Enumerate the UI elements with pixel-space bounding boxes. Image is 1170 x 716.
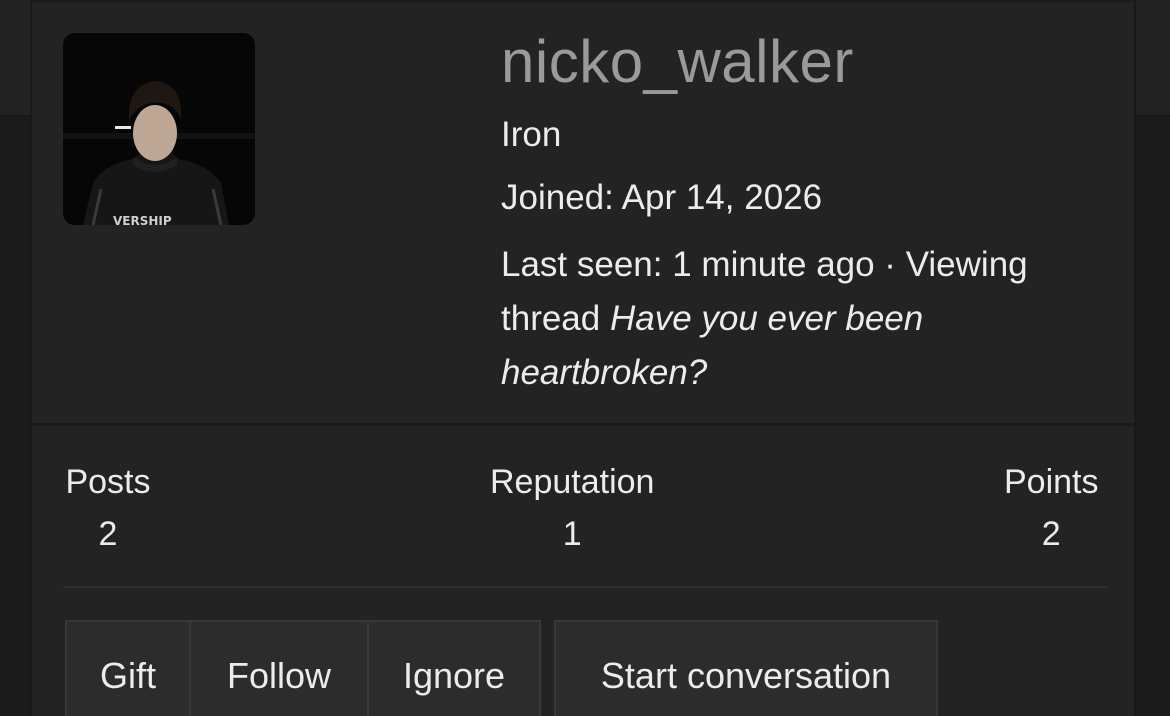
follow-button[interactable]: Follow <box>189 620 367 716</box>
avatar[interactable]: VERSHIP <box>63 33 255 225</box>
avatar-shirt-text: VERSHIP <box>113 214 172 225</box>
member-card: VERSHIP nicko_walker Iron Joined: Apr 14… <box>30 0 1136 716</box>
posts-label: Posts <box>65 463 151 501</box>
posts-value: 2 <box>98 515 118 553</box>
gift-button[interactable]: Gift <box>65 620 189 716</box>
stat-posts[interactable]: Posts 2 <box>63 460 153 556</box>
username[interactable]: nicko_walker <box>501 26 854 98</box>
last-seen: Last seen: 1 minute ago · Viewing thread… <box>501 238 1111 400</box>
stats-divider <box>63 586 1107 588</box>
ignore-button[interactable]: Ignore <box>367 620 541 716</box>
stat-reputation[interactable]: Reputation 1 <box>490 460 654 556</box>
joined-date: Joined: Apr 14, 2026 <box>501 178 823 217</box>
reputation-value: 1 <box>562 515 582 553</box>
points-label: Points <box>1004 463 1099 501</box>
start-conversation-button[interactable]: Start conversation <box>554 620 938 716</box>
avatar-photo: VERSHIP <box>63 33 255 225</box>
points-value: 2 <box>1041 515 1061 553</box>
stat-points[interactable]: Points 2 <box>1004 460 1099 556</box>
member-header: VERSHIP nicko_walker Iron Joined: Apr 14… <box>32 2 1134 426</box>
user-rank: Iron <box>501 115 562 154</box>
reputation-label: Reputation <box>490 463 655 501</box>
profile-page: VERSHIP nicko_walker Iron Joined: Apr 14… <box>0 0 1170 716</box>
